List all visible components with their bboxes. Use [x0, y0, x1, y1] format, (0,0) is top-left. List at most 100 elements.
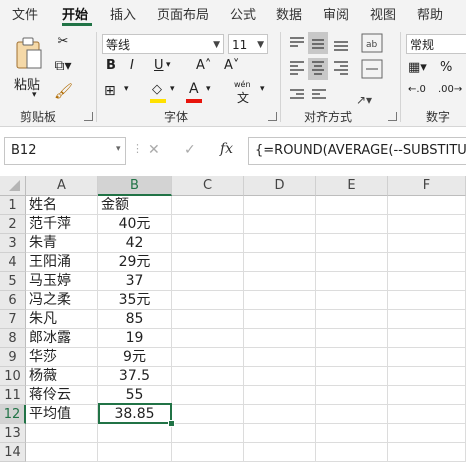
cell-a3[interactable]: 朱青	[26, 234, 98, 253]
fill-handle[interactable]	[168, 420, 175, 427]
empty-cell[interactable]	[388, 234, 466, 253]
empty-cell[interactable]	[316, 215, 388, 234]
cell-a11[interactable]: 蒋伶云	[26, 386, 98, 405]
empty-cell[interactable]	[172, 329, 244, 348]
empty-cell[interactable]	[172, 272, 244, 291]
phonetic-dropdown-icon[interactable]: ▾	[260, 84, 265, 94]
alignment-launcher-icon[interactable]	[388, 112, 397, 121]
cell-b8[interactable]: 19	[98, 329, 172, 348]
row-header[interactable]: 8	[0, 329, 26, 348]
column-header-d[interactable]: D	[244, 176, 316, 196]
empty-cell[interactable]	[172, 367, 244, 386]
column-header-c[interactable]: C	[172, 176, 244, 196]
confirm-icon[interactable]: ✓	[184, 142, 196, 158]
empty-cell[interactable]	[172, 291, 244, 310]
empty-cell[interactable]	[172, 196, 244, 215]
cell-b2[interactable]: 40元	[98, 215, 172, 234]
empty-cell[interactable]	[388, 424, 466, 443]
currency-format-icon[interactable]: ▦▾	[408, 60, 427, 75]
clipboard-launcher-icon[interactable]	[84, 112, 93, 121]
empty-cell[interactable]	[316, 424, 388, 443]
row-header[interactable]: 6	[0, 291, 26, 310]
percent-icon[interactable]: %	[440, 60, 452, 75]
empty-cell[interactable]	[388, 386, 466, 405]
empty-cell[interactable]	[172, 424, 244, 443]
empty-cell[interactable]	[244, 443, 316, 462]
alignment-buttons[interactable]: ab ↗▾	[286, 32, 396, 106]
number-format-dropdown[interactable]: 常规	[406, 34, 466, 54]
empty-cell[interactable]	[172, 234, 244, 253]
empty-cell[interactable]	[388, 291, 466, 310]
empty-cell[interactable]	[316, 405, 388, 424]
insert-function-icon[interactable]: fx	[220, 141, 233, 157]
border-dropdown-icon[interactable]: ▾	[124, 84, 129, 94]
cell-a14[interactable]	[26, 443, 98, 462]
fill-color-button[interactable]: ◇	[150, 82, 168, 104]
cell-b5[interactable]: 37	[98, 272, 172, 291]
row-header[interactable]: 2	[0, 215, 26, 234]
empty-cell[interactable]	[244, 386, 316, 405]
cell-a5[interactable]: 马玉婷	[26, 272, 98, 291]
empty-cell[interactable]	[172, 386, 244, 405]
cell-a2[interactable]: 范千萍	[26, 215, 98, 234]
empty-cell[interactable]	[244, 348, 316, 367]
empty-cell[interactable]	[388, 272, 466, 291]
tab-review[interactable]: 审阅	[323, 4, 349, 23]
font-launcher-icon[interactable]	[268, 112, 277, 121]
phonetic-button[interactable]: wén 文	[232, 80, 256, 105]
row-header[interactable]: 5	[0, 272, 26, 291]
empty-cell[interactable]	[388, 405, 466, 424]
empty-cell[interactable]	[316, 234, 388, 253]
italic-button[interactable]: I	[130, 58, 134, 73]
cell-a6[interactable]: 冯之柔	[26, 291, 98, 310]
copy-icon[interactable]: ⧉▾	[52, 58, 74, 74]
empty-cell[interactable]	[316, 367, 388, 386]
empty-cell[interactable]	[316, 310, 388, 329]
empty-cell[interactable]	[316, 329, 388, 348]
font-color-dropdown-icon[interactable]: ▾	[206, 84, 211, 94]
row-header[interactable]: 11	[0, 386, 26, 405]
tab-home[interactable]: 开始	[62, 4, 88, 23]
empty-cell[interactable]	[316, 443, 388, 462]
underline-button[interactable]: U	[154, 58, 164, 73]
row-header[interactable]: 13	[0, 424, 26, 443]
cell-a7[interactable]: 朱凡	[26, 310, 98, 329]
empty-cell[interactable]	[244, 367, 316, 386]
fill-color-dropdown-icon[interactable]: ▾	[170, 84, 175, 94]
empty-cell[interactable]	[244, 424, 316, 443]
font-name-dropdown[interactable]: 等线 ▼	[102, 34, 224, 54]
cancel-icon[interactable]: ✕	[148, 142, 160, 158]
empty-cell[interactable]	[388, 348, 466, 367]
row-header[interactable]: 4	[0, 253, 26, 272]
empty-cell[interactable]	[388, 196, 466, 215]
name-box-dropdown-icon[interactable]: ▾	[116, 144, 121, 154]
empty-cell[interactable]	[244, 234, 316, 253]
empty-cell[interactable]	[172, 310, 244, 329]
name-box[interactable]: B12	[4, 137, 126, 165]
column-header-e[interactable]: E	[316, 176, 388, 196]
empty-cell[interactable]	[388, 443, 466, 462]
cell-b9[interactable]: 9元	[98, 348, 172, 367]
empty-cell[interactable]	[244, 405, 316, 424]
empty-cell[interactable]	[244, 196, 316, 215]
tab-page-layout[interactable]: 页面布局	[157, 4, 209, 23]
empty-cell[interactable]	[388, 310, 466, 329]
tab-formulas[interactable]: 公式	[230, 4, 256, 23]
row-header[interactable]: 9	[0, 348, 26, 367]
underline-dropdown-icon[interactable]: ▾	[166, 60, 171, 70]
row-header[interactable]: 12	[0, 405, 26, 424]
empty-cell[interactable]	[244, 310, 316, 329]
cell-a4[interactable]: 王阳涌	[26, 253, 98, 272]
empty-cell[interactable]	[388, 367, 466, 386]
cell-a8[interactable]: 郎冰露	[26, 329, 98, 348]
cell-b7[interactable]: 85	[98, 310, 172, 329]
empty-cell[interactable]	[172, 405, 244, 424]
empty-cell[interactable]	[316, 272, 388, 291]
formula-input[interactable]: {=ROUND(AVERAGE(--SUBSTITUTE(B2:B11,"元",…	[248, 137, 466, 165]
empty-cell[interactable]	[244, 215, 316, 234]
increase-decimal-icon[interactable]: ←.0	[408, 84, 426, 95]
cell-a12[interactable]: 平均值	[26, 405, 98, 424]
column-header-f[interactable]: F	[388, 176, 466, 196]
border-icon[interactable]: ⊞	[104, 83, 116, 99]
empty-cell[interactable]	[172, 443, 244, 462]
